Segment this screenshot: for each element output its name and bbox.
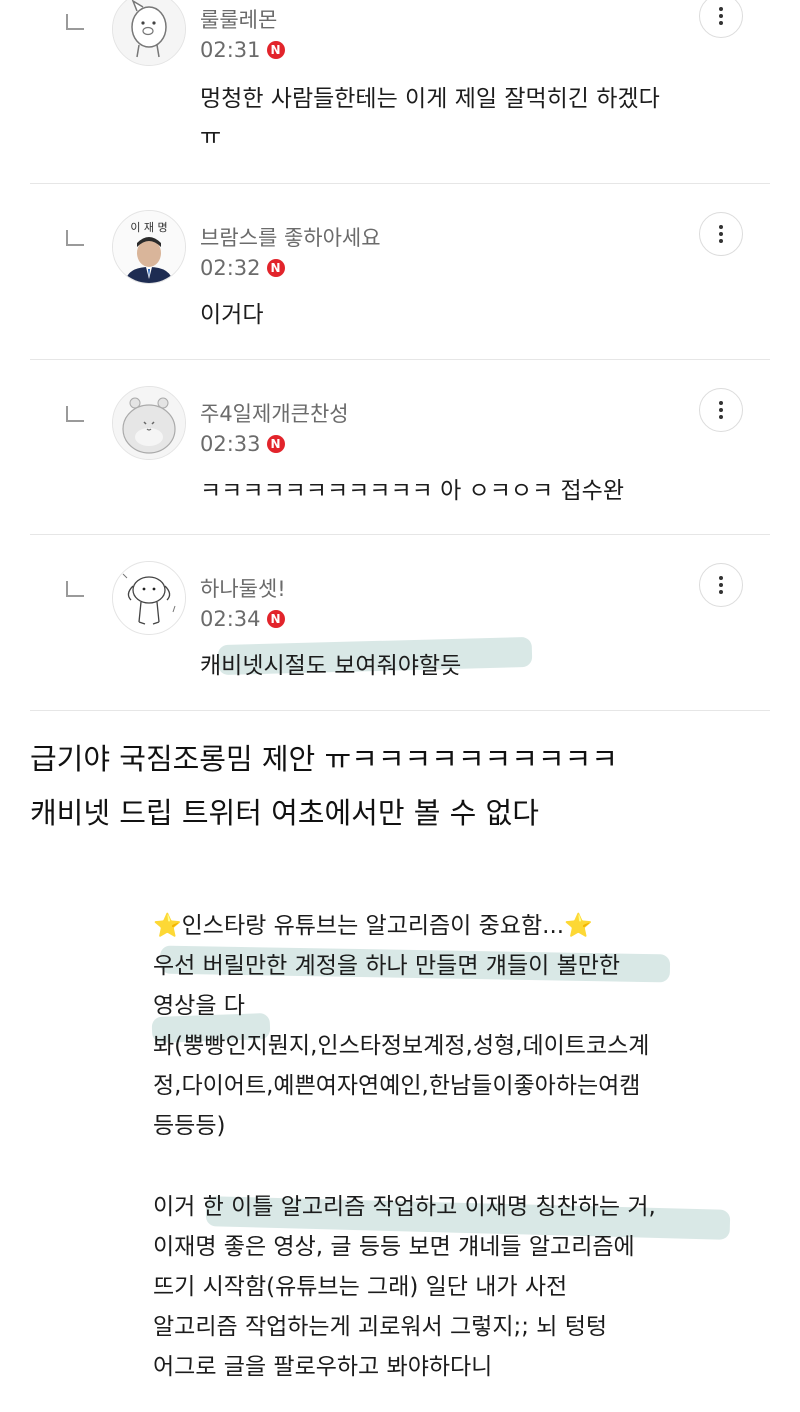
hamster-avatar-image xyxy=(113,387,185,459)
new-badge-icon: N xyxy=(266,610,285,628)
time-text: 02:31 xyxy=(200,38,261,62)
time-text: 02:32 xyxy=(200,256,261,280)
quote-line: 이거 한 이틀 알고리즘 작업하고 이재명 칭찬하는 거, xyxy=(153,1194,656,1220)
quote-line: 등등등) xyxy=(153,1113,226,1139)
comment-nickname[interactable]: 하나둘셋! xyxy=(200,573,286,603)
comment-time: 02:32 N xyxy=(200,256,285,280)
divider xyxy=(30,183,770,184)
portrait-avatar-image: 이 재 명 xyxy=(113,211,185,283)
post-text-line: 캐비넷 드립 트위터 여초에서만 볼 수 없다 xyxy=(30,796,539,830)
comment-text-line: 이거다 xyxy=(200,302,264,328)
quoted-screenshot-text: 이거 한 이틀 알고리즘 작업하고 이재명 칭찬하는 거, 이재명 좋은 영상,… xyxy=(153,1187,713,1387)
quote-line: 어그로 글을 팔로우하고 봐야하다니 xyxy=(153,1354,493,1380)
puppy-avatar-image xyxy=(113,562,185,634)
reply-arrow-icon xyxy=(66,406,84,422)
comment-text: 캐비넷시절도 보여줘야할듯 xyxy=(200,647,740,685)
comment-text-line: 멍청한 사람들한테는 이게 제일 잘먹히긴 하겠다 xyxy=(200,86,660,112)
comment-nickname[interactable]: 주4일제개큰찬성 xyxy=(200,398,349,428)
post-text-line: 급기야 국짐조롱밈 제안 ㅠㅋㅋㅋㅋㅋㅋㅋㅋㅋㅋ xyxy=(30,742,618,776)
quoted-screenshot-text: ⭐인스타랑 유튜브는 알고리즘이 중요함...⭐ 우선 버릴만한 계정을 하나 … xyxy=(153,906,713,1146)
avatar[interactable]: 이 재 명 xyxy=(112,210,186,284)
more-dot xyxy=(719,21,723,25)
avatar-nameplate-text: 이 재 명 xyxy=(130,221,167,234)
divider xyxy=(30,534,770,535)
more-vertical-icon xyxy=(719,225,723,229)
quote-line: ⭐인스타랑 유튜브는 알고리즘이 중요함...⭐ xyxy=(153,913,593,939)
comment-text: 멍청한 사람들한테는 이게 제일 잘먹히긴 하겠다 ㅠ xyxy=(200,80,740,156)
more-dot xyxy=(719,14,723,18)
comment-time: 02:33 N xyxy=(200,432,285,456)
avatar[interactable] xyxy=(112,561,186,635)
quote-line: 정,다이어트,예쁜여자연예인,한남들이좋아하는여캠 xyxy=(153,1073,641,1099)
comment-time: 02:34 N xyxy=(200,607,285,631)
reply-arrow-icon xyxy=(66,14,84,30)
new-badge-icon: N xyxy=(266,259,285,277)
comment-nickname[interactable]: 브람스를 좋하아세요 xyxy=(200,222,381,252)
comment-text: ㅋㅋㅋㅋㅋㅋㅋㅋㅋㅋㅋ 아 ㅇㅋㅇㅋ 접수완 xyxy=(200,472,740,510)
comment-nickname[interactable]: 룰룰레몬 xyxy=(200,4,277,34)
more-dot xyxy=(719,239,723,243)
quote-line: 이재명 좋은 영상, 글 등등 보면 걔네들 알고리즘에 xyxy=(153,1234,635,1260)
more-options-button[interactable] xyxy=(699,388,743,432)
time-text: 02:34 xyxy=(200,607,261,631)
more-dot xyxy=(719,415,723,419)
more-options-button[interactable] xyxy=(699,0,743,38)
comment-text-line: ㅠ xyxy=(200,124,222,150)
reply-arrow-icon xyxy=(66,581,84,597)
new-badge-icon: N xyxy=(266,41,285,59)
comment-text-line: ㅋㅋㅋㅋㅋㅋㅋㅋㅋㅋㅋ 아 ㅇㅋㅇㅋ 접수완 xyxy=(200,478,624,504)
comment-text: 이거다 xyxy=(200,296,740,334)
pig-avatar-image xyxy=(113,0,185,65)
more-vertical-icon xyxy=(719,401,723,405)
comment-time: 02:31 N xyxy=(200,38,285,62)
new-badge-icon: N xyxy=(266,435,285,453)
reply-arrow-icon xyxy=(66,230,84,246)
avatar[interactable] xyxy=(112,386,186,460)
avatar[interactable] xyxy=(112,0,186,66)
more-options-button[interactable] xyxy=(699,212,743,256)
quote-line: 알고리즘 작업하는게 괴로워서 그렇지;; 뇌 텅텅 xyxy=(153,1314,608,1340)
more-dot xyxy=(719,232,723,236)
quote-line: 우선 버릴만한 계정을 하나 만들면 걔들이 볼만한 xyxy=(153,953,621,979)
time-text: 02:33 xyxy=(200,432,261,456)
divider xyxy=(30,359,770,360)
more-dot xyxy=(719,583,723,587)
more-vertical-icon xyxy=(719,7,723,11)
more-options-button[interactable] xyxy=(699,563,743,607)
more-dot xyxy=(719,590,723,594)
quote-line: 뜨기 시작함(유튜브는 그래) 일단 내가 사전 xyxy=(153,1274,568,1300)
more-dot xyxy=(719,408,723,412)
divider xyxy=(30,710,770,711)
more-vertical-icon xyxy=(719,576,723,580)
comment-text-line: 캐비넷시절도 보여줘야할듯 xyxy=(200,653,462,679)
quote-line: 영상을 다 xyxy=(153,993,245,1019)
quote-line: 봐(뿡빵인지뭔지,인스타정보계정,성형,데이트코스계 xyxy=(153,1033,650,1059)
